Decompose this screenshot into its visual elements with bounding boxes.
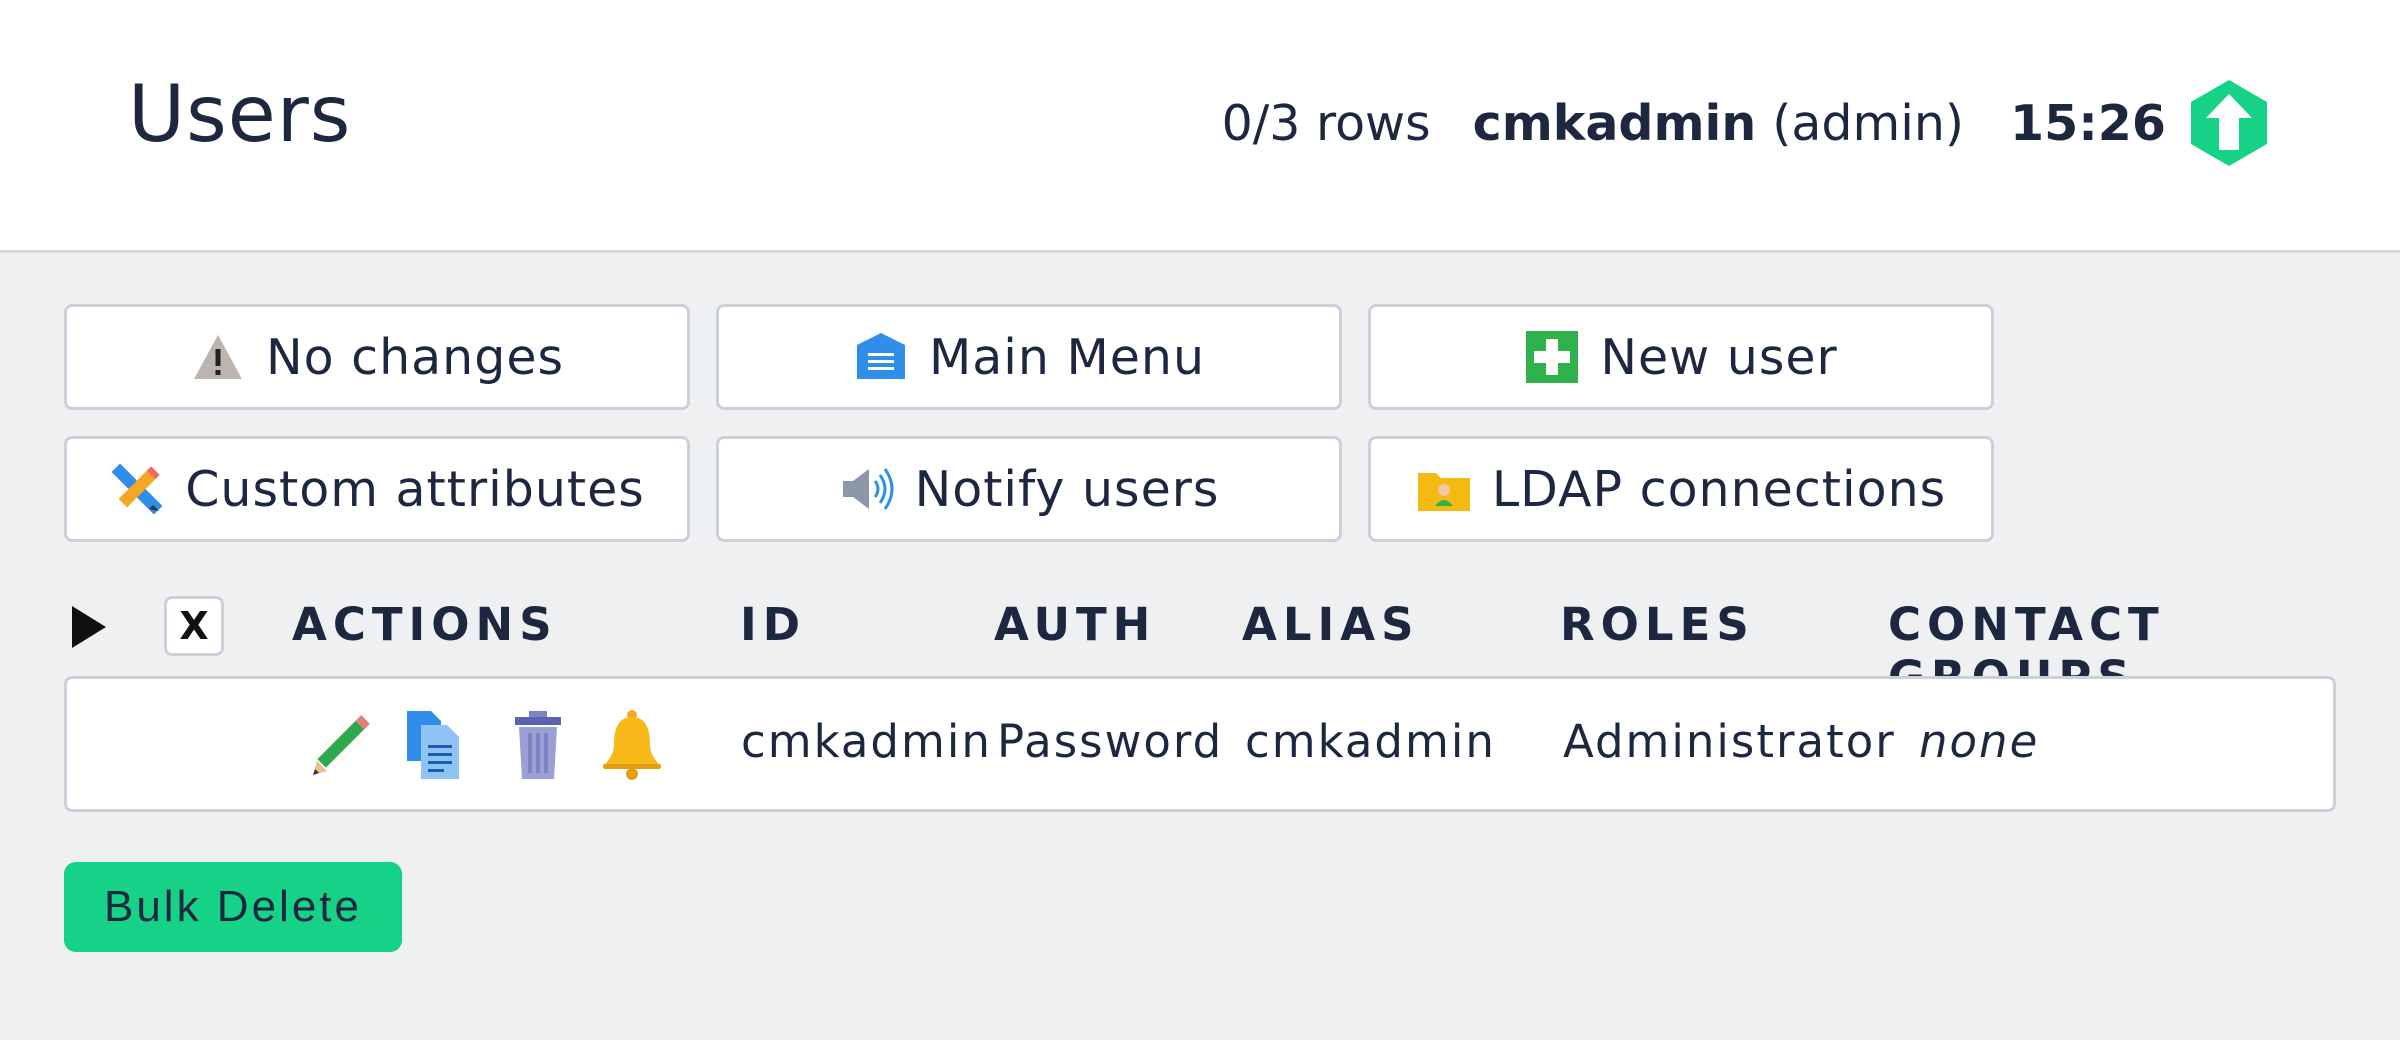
custom-attributes-button[interactable]: Custom attributes <box>64 436 690 542</box>
cell-auth: Password <box>997 715 1224 768</box>
new-user-label: New user <box>1600 328 1838 386</box>
page-header: Users 0/3 rows cmkadmin (admin) 15:26 <box>0 0 2400 253</box>
table-row: cmkadmin Password cmkadmin Administrator… <box>64 676 2336 812</box>
pencil-ruler-icon <box>109 461 165 517</box>
speaker-icon <box>839 461 895 517</box>
plus-icon <box>1524 329 1580 385</box>
column-header-actions: ACTIONS <box>292 598 558 651</box>
ldap-connections-label: LDAP connections <box>1491 460 1947 518</box>
delete-trash-icon[interactable] <box>503 709 573 781</box>
new-user-button[interactable]: New user <box>1368 304 1994 410</box>
main-menu-button[interactable]: Main Menu <box>716 304 1342 410</box>
clock: 15:26 <box>2010 94 2166 152</box>
cell-id: cmkadmin <box>741 715 992 768</box>
edit-pencil-icon[interactable] <box>305 709 375 781</box>
current-user-role: (admin) <box>1772 94 1965 152</box>
notification-bell-icon[interactable] <box>597 709 667 781</box>
clear-selection-button[interactable]: X <box>164 596 224 656</box>
warning-icon <box>190 329 246 385</box>
header-status: 0/3 rows cmkadmin (admin) 15:26 <box>1222 78 2270 168</box>
column-header-auth[interactable]: AUTH <box>994 598 1156 651</box>
main-menu-icon <box>853 329 909 385</box>
cell-roles: Administrator <box>1563 715 1896 768</box>
notify-users-button[interactable]: Notify users <box>716 436 1342 542</box>
cell-alias: cmkadmin <box>1245 715 1496 768</box>
rows-count: 0/3 rows <box>1221 94 1431 152</box>
notify-users-label: Notify users <box>914 460 1220 518</box>
checkmk-logo-icon[interactable] <box>2188 78 2270 168</box>
clone-document-icon[interactable] <box>401 709 471 781</box>
table-header: X ACTIONS ID AUTH ALIAS ROLES CONTACT GR… <box>0 590 2400 704</box>
no-changes-label: No changes <box>265 328 565 386</box>
folder-user-icon <box>1416 461 1472 517</box>
column-header-id[interactable]: ID <box>740 598 806 651</box>
cell-contact-groups: none <box>1919 715 2040 768</box>
page-title: Users <box>128 70 352 160</box>
ldap-connections-button[interactable]: LDAP connections <box>1368 436 1994 542</box>
column-header-roles[interactable]: ROLES <box>1560 598 1755 651</box>
bulk-delete-button[interactable]: Bulk Delete <box>64 862 402 952</box>
column-header-alias[interactable]: ALIAS <box>1242 598 1419 651</box>
current-user-name[interactable]: cmkadmin <box>1473 95 1757 152</box>
expand-toggle-icon[interactable] <box>72 606 106 648</box>
no-changes-button[interactable]: No changes <box>64 304 690 410</box>
main-menu-label: Main Menu <box>928 328 1206 386</box>
custom-attributes-label: Custom attributes <box>185 460 645 518</box>
